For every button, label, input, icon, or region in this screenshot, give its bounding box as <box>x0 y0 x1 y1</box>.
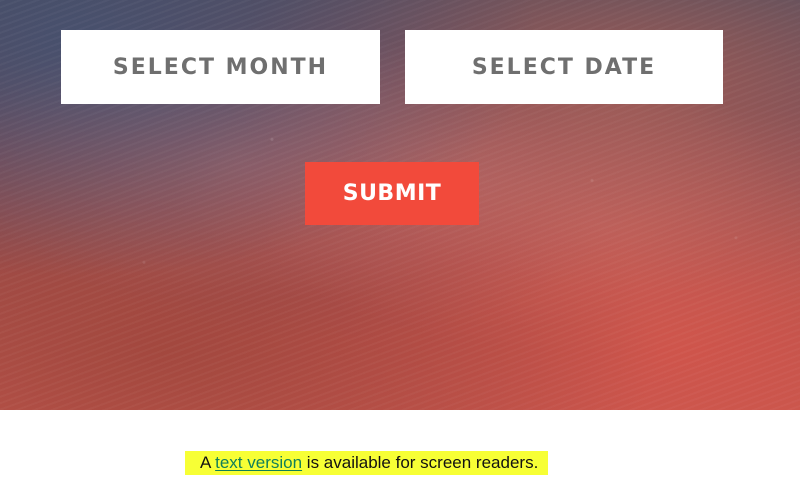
select-month-button[interactable]: SELECT MONTH <box>61 30 380 104</box>
select-date-button[interactable]: SELECT DATE <box>405 30 723 104</box>
page: SELECT MONTH SELECT DATE SUBMIT A text v… <box>0 0 800 500</box>
text-version-link[interactable]: text version <box>215 453 302 472</box>
submit-button[interactable]: SUBMIT <box>305 162 479 225</box>
screen-reader-note-suffix: is available for screen readers. <box>302 453 539 472</box>
screen-reader-note: A text version is available for screen r… <box>185 451 549 475</box>
screen-reader-note-prefix: A <box>200 453 216 472</box>
